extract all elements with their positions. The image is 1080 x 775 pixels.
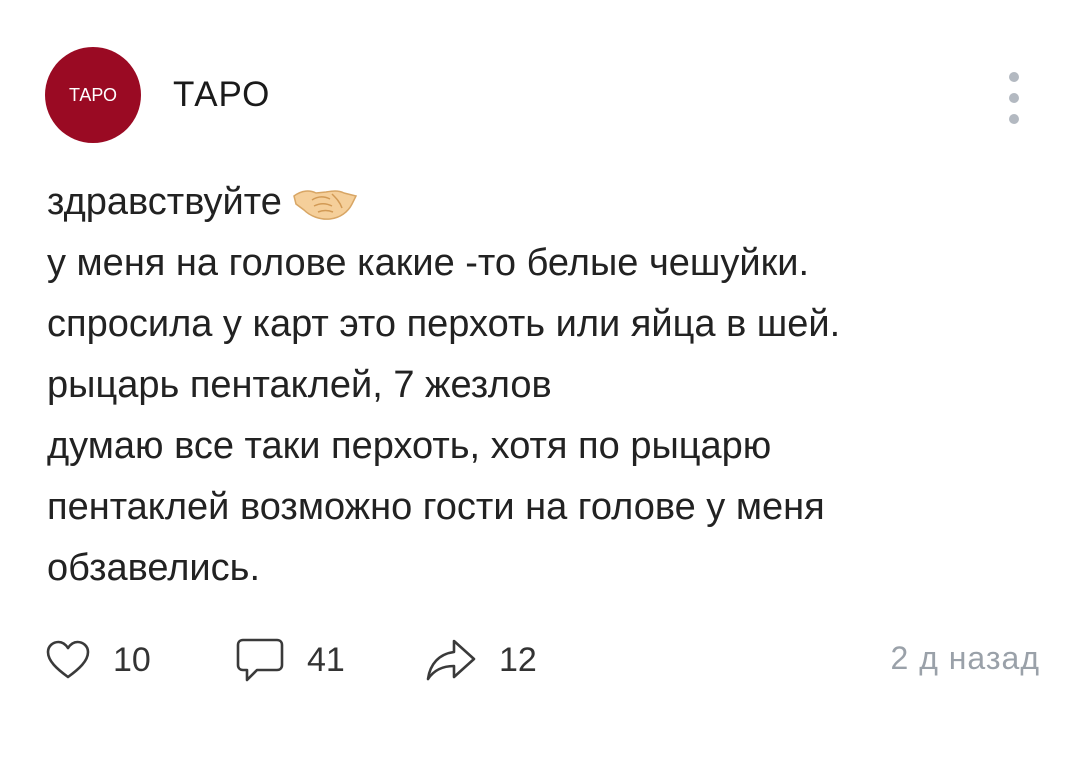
post-line: рыцарь пентаклей, 7 жезлов — [47, 364, 552, 406]
heart-icon — [46, 640, 90, 679]
post-line: у меня на голове какие -то белые чешуйки… — [47, 242, 810, 284]
comment-count: 41 — [307, 640, 345, 679]
menu-dot — [1009, 93, 1019, 103]
comment-button[interactable]: 41 — [235, 630, 345, 690]
like-button[interactable]: 10 — [45, 630, 151, 690]
share-icon — [426, 639, 476, 681]
avatar-label: ТАРО — [68, 84, 117, 105]
post-text: здравствуйте у меня на голове какие -то … — [47, 172, 1037, 599]
like-count: 10 — [113, 640, 151, 679]
post-header: ТАРО ТАРО — [45, 47, 270, 143]
share-count: 12 — [499, 640, 537, 679]
post-line: обзавелись. — [47, 547, 261, 589]
post-line: здравствуйте — [47, 172, 1037, 233]
menu-dot — [1009, 72, 1019, 82]
handshake-icon — [292, 180, 358, 220]
post-footer: 10 41 12 2 д назад — [45, 630, 1040, 690]
more-options-icon[interactable] — [1002, 72, 1026, 124]
author-name[interactable]: ТАРО — [173, 75, 270, 115]
menu-dot — [1009, 114, 1019, 124]
avatar[interactable]: ТАРО — [45, 47, 141, 143]
share-button[interactable]: 12 — [425, 630, 537, 690]
comment-icon — [236, 638, 284, 682]
post-timestamp: 2 д назад — [890, 640, 1040, 676]
post-card: ТАРО ТАРО здравствуйте у меня на голове … — [0, 0, 1080, 775]
post-line: спросила у карт это перхоть или яйца в ш… — [47, 303, 841, 345]
post-line-text: здравствуйте — [47, 181, 282, 223]
post-line: думаю все таки перхоть, хотя по рыцарю — [47, 425, 772, 467]
post-line: пентаклей возможно гости на голове у мен… — [47, 486, 825, 528]
